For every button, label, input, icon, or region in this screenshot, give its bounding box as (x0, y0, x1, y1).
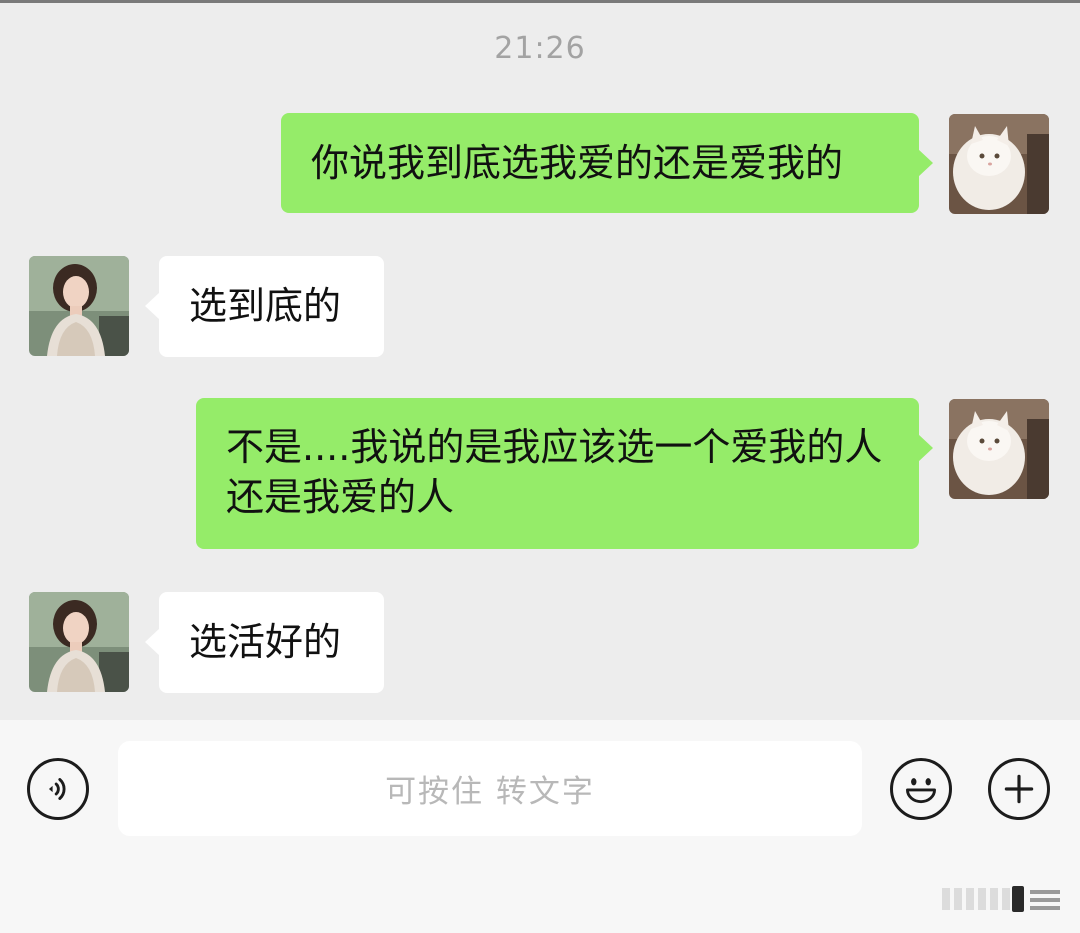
friend-avatar[interactable] (29, 256, 129, 356)
emoji-button[interactable] (890, 758, 952, 820)
plus-icon (1004, 774, 1034, 804)
message-bubble-incoming[interactable]: 选到底的 (145, 256, 384, 357)
voice-button[interactable] (27, 758, 89, 820)
voice-icon (48, 778, 66, 800)
person-avatar-image (29, 592, 129, 692)
input-bar: 可按住 转文字 (0, 720, 1080, 933)
message-bubble-incoming[interactable]: 选活好的 (145, 592, 384, 693)
watermark-icon (942, 886, 1060, 912)
message-text: 你说我到底选我爱的还是爱我的 (311, 141, 844, 185)
message-input[interactable]: 可按住 转文字 (118, 741, 862, 836)
person-avatar-image (29, 256, 129, 356)
more-button[interactable] (988, 758, 1050, 820)
message-text: 选活好的 (189, 620, 342, 664)
message-bubble-outgoing[interactable]: 不是....我说的是我应该选一个爱我的人还是我爱的人 (196, 398, 933, 549)
cat-avatar-image (949, 114, 1049, 214)
message-bubble-outgoing[interactable]: 你说我到底选我爱的还是爱我的 (281, 113, 933, 213)
friend-avatar[interactable] (29, 592, 129, 692)
chat-area[interactable]: 21:26 你说我到底选我爱的还是爱我的 选到底的 不是....我说的是我应该选… (0, 3, 1080, 720)
input-placeholder: 可按住 转文字 (385, 774, 595, 810)
my-avatar[interactable] (949, 399, 1049, 499)
emoji-icon (906, 778, 936, 804)
message-text: 不是....我说的是我应该选一个爱我的人还是我爱的人 (226, 425, 883, 519)
cat-avatar-image (949, 399, 1049, 499)
message-timestamp: 21:26 (494, 31, 586, 66)
my-avatar[interactable] (949, 114, 1049, 214)
message-text: 选到底的 (189, 284, 342, 328)
